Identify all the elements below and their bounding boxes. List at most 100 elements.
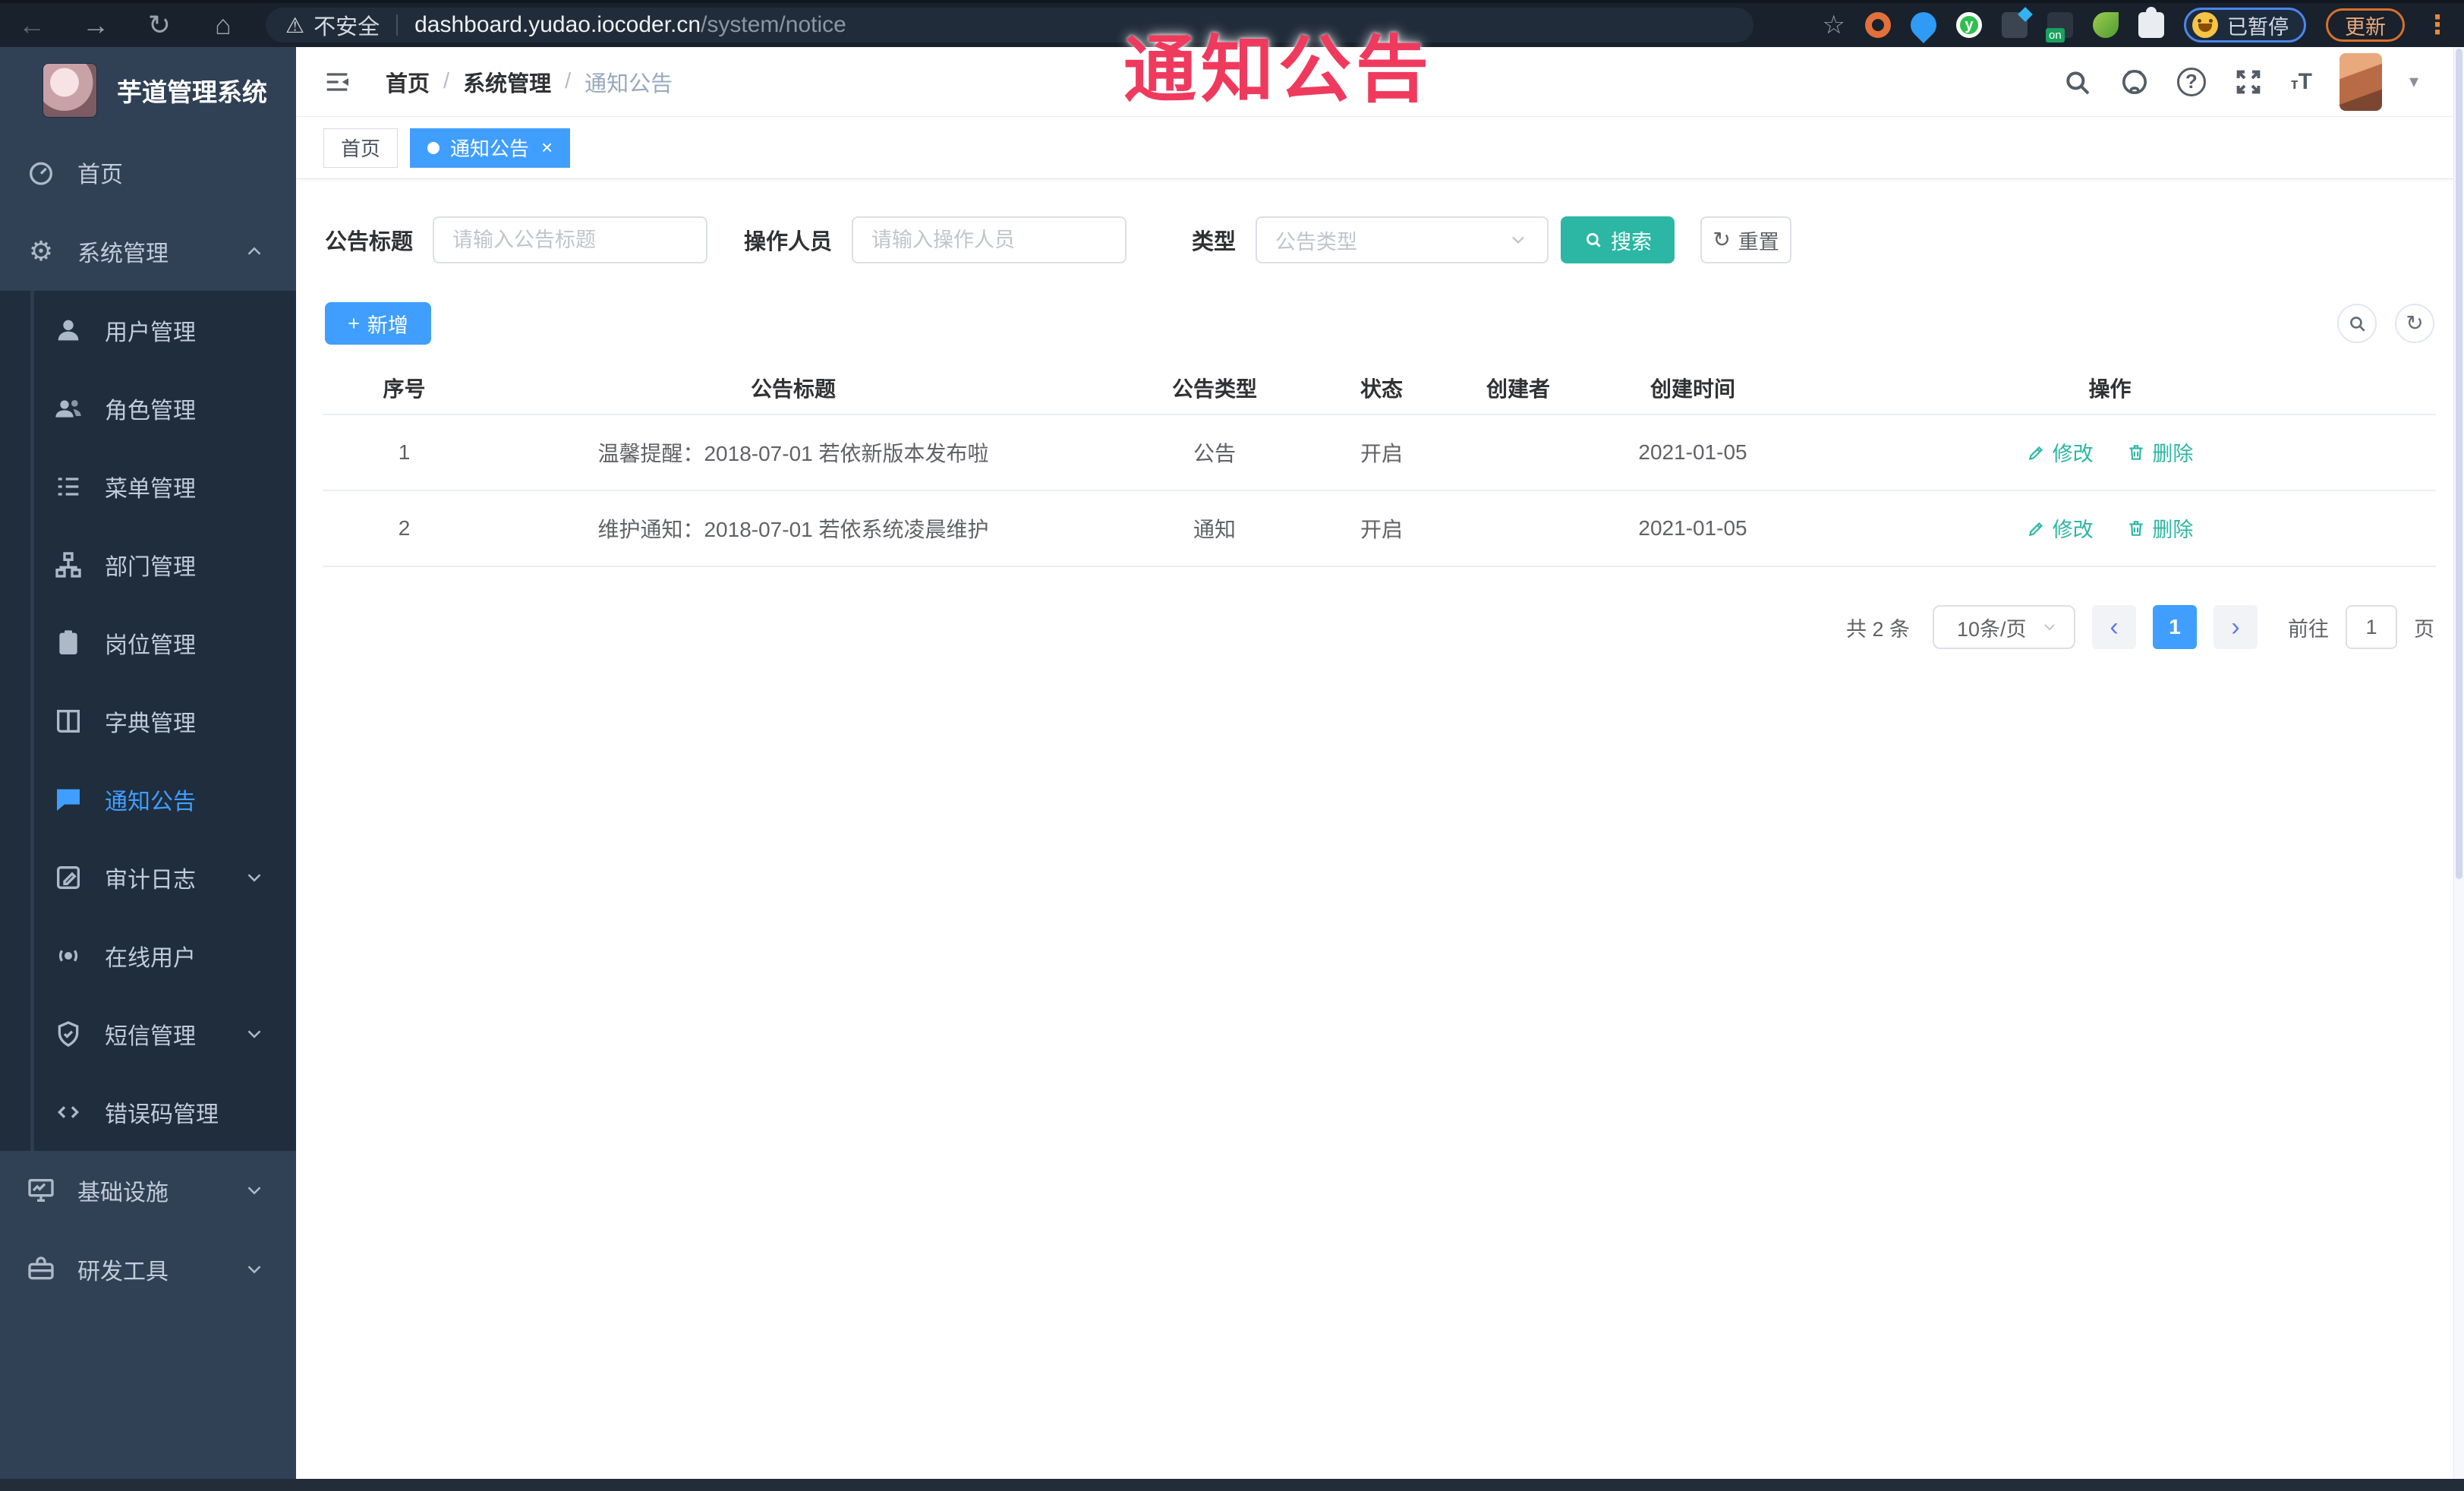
extension-icon[interactable]: y xyxy=(1956,12,1982,38)
chat-bubble-icon xyxy=(57,789,80,811)
sidebar-item-menus[interactable]: 菜单管理 xyxy=(0,447,296,525)
breadcrumb-home[interactable]: 首页 xyxy=(386,66,430,98)
search-icon xyxy=(1586,233,1601,247)
address-divider xyxy=(396,14,399,36)
bookmark-star-icon[interactable]: ☆ xyxy=(1823,10,1845,40)
profile-avatar-emoji-icon xyxy=(2192,12,2218,38)
scrollbar-thumb[interactable] xyxy=(2456,49,2462,879)
sidebar-item-departments[interactable]: 部门管理 xyxy=(0,525,296,604)
operator-input[interactable] xyxy=(852,216,1127,263)
edit-link[interactable]: 修改 xyxy=(2027,513,2094,543)
sidebar-item-dicts[interactable]: 字典管理 xyxy=(0,682,296,760)
chevron-up-icon xyxy=(247,247,261,255)
page-unit-label: 页 xyxy=(2414,617,2434,641)
trash-icon xyxy=(2129,445,2144,460)
search-icon[interactable] xyxy=(2062,67,2092,97)
chevron-down-icon xyxy=(247,873,261,882)
gear-icon: ⚙ xyxy=(28,235,54,266)
tab-home[interactable]: 首页 xyxy=(323,128,399,168)
close-tab-icon[interactable]: × xyxy=(541,136,553,159)
add-button[interactable]: + 新增 xyxy=(325,302,431,345)
shield-check-icon xyxy=(58,1020,79,1047)
col-type: 公告类型 xyxy=(1101,361,1328,415)
goto-label: 前往 xyxy=(2288,617,2329,641)
browser-forward-icon[interactable]: → xyxy=(64,9,128,41)
browser-home-icon[interactable]: ⌂ xyxy=(191,9,255,41)
sidebar-item-audit-log[interactable]: 审计日志 xyxy=(0,838,296,916)
breadcrumb: 首页 / 系统管理 / 通知公告 xyxy=(386,66,673,98)
toolbox-icon xyxy=(28,1256,54,1280)
chevron-down-icon xyxy=(247,1187,261,1195)
notice-type-select[interactable]: 公告类型 xyxy=(1256,216,1549,263)
plus-icon: + xyxy=(348,311,360,335)
caret-down-icon[interactable]: ▾ xyxy=(2409,71,2418,93)
sidebar-item-sms[interactable]: 短信管理 xyxy=(0,995,296,1073)
app-logo[interactable]: 芋道管理系统 xyxy=(0,47,296,133)
tab-notice[interactable]: 通知公告 × xyxy=(410,128,571,168)
extension-icon[interactable] xyxy=(2002,12,2028,38)
total-count: 共 2 条 xyxy=(1845,617,1910,641)
browser-back-icon[interactable]: ← xyxy=(0,9,64,41)
code-icon xyxy=(57,1105,80,1118)
pencil-icon xyxy=(2028,522,2043,536)
help-icon[interactable]: ? xyxy=(2176,67,2206,96)
sidebar-item-online-users[interactable]: 在线用户 xyxy=(0,916,296,995)
sidebar: 芋道管理系统 首页 ⚙ 系统管理 用户管理 角色管理 菜单管理 部门管理 岗位管… xyxy=(0,47,296,1479)
col-actions: 操作 xyxy=(1784,361,2436,415)
browser-reload-icon[interactable]: ↻ xyxy=(128,9,191,41)
notice-title-input[interactable] xyxy=(433,216,708,263)
sidebar-item-home[interactable]: 首页 xyxy=(0,133,296,212)
sidebar-item-roles[interactable]: 角色管理 xyxy=(0,369,296,447)
operator-label: 操作人员 xyxy=(744,230,833,254)
search-button[interactable]: 搜索 xyxy=(1561,216,1675,263)
refresh-icon: ↻ xyxy=(2406,311,2424,335)
collapse-sidebar-icon[interactable] xyxy=(322,67,352,97)
table-row: 2 维护通知：2018-07-01 若依系统凌晨维护 通知 开启 2021-01… xyxy=(323,490,2436,567)
refresh-icon: ↻ xyxy=(1713,228,1731,251)
sidebar-item-error-codes[interactable]: 错误码管理 xyxy=(0,1073,296,1151)
browser-update-button[interactable]: 更新 xyxy=(2326,8,2405,42)
cell-actions: 修改 删除 xyxy=(1784,490,2436,567)
page-size-select[interactable]: 10条/页 xyxy=(1933,605,2075,649)
current-page-button[interactable]: 1 xyxy=(2153,605,2197,649)
extension-icon[interactable] xyxy=(1905,6,1943,44)
col-no: 序号 xyxy=(323,361,486,415)
list-icon xyxy=(58,477,79,496)
breadcrumb-system[interactable]: 系统管理 xyxy=(463,66,551,98)
edit-link[interactable]: 修改 xyxy=(2027,437,2094,467)
extension-icon[interactable] xyxy=(1865,12,1891,38)
browser-menu-kebab-icon[interactable]: ⋮ xyxy=(2425,10,2450,40)
trash-icon xyxy=(2129,521,2144,536)
sidebar-item-system[interactable]: ⚙ 系统管理 xyxy=(0,212,296,291)
cell-creator xyxy=(1435,415,1602,491)
next-page-button[interactable]: › xyxy=(2214,605,2258,649)
sidebar-item-users[interactable]: 用户管理 xyxy=(0,291,296,369)
refresh-table-button[interactable]: ↻ xyxy=(2395,304,2434,343)
github-icon[interactable] xyxy=(2119,67,2150,97)
cell-status: 开启 xyxy=(1328,490,1435,567)
cell-type: 公告 xyxy=(1101,415,1328,491)
fullscreen-icon[interactable] xyxy=(2233,67,2264,97)
reset-button[interactable]: ↻ 重置 xyxy=(1700,216,1792,263)
url-host: dashboard.yudao.iocoder.cn xyxy=(414,12,701,37)
delete-link[interactable]: 删除 xyxy=(2126,437,2193,467)
prev-page-button[interactable]: ‹ xyxy=(2092,605,2136,649)
sidebar-item-infrastructure[interactable]: 基础设施 xyxy=(0,1151,296,1230)
monitor-icon xyxy=(28,1179,54,1202)
goto-page-input[interactable] xyxy=(2346,605,2397,649)
sidebar-item-posts[interactable]: 岗位管理 xyxy=(0,604,296,682)
sidebar-item-notice[interactable]: 通知公告 xyxy=(0,760,296,838)
user-avatar[interactable] xyxy=(2339,52,2382,111)
toggle-search-button[interactable] xyxy=(2337,304,2377,343)
extension-icon[interactable] xyxy=(2046,12,2073,43)
extension-icon[interactable] xyxy=(2093,12,2119,38)
delete-link[interactable]: 删除 xyxy=(2126,513,2193,543)
sidebar-item-dev-tools[interactable]: 研发工具 xyxy=(0,1230,296,1309)
extensions-puzzle-icon[interactable] xyxy=(2138,7,2164,38)
cell-created: 2021-01-05 xyxy=(1602,415,1784,491)
browser-profile-chip[interactable]: 已暂停 xyxy=(2184,8,2306,43)
main-area: 首页 / 系统管理 / 通知公告 ? тT ▾ 首页 通知公告 × 公告标题 请… xyxy=(296,47,2464,1479)
page-scrollbar[interactable] xyxy=(2453,47,2464,1479)
font-size-icon[interactable]: тT xyxy=(2291,69,2312,95)
address-bar[interactable]: ⚠ 不安全 dashboard.yudao.iocoder.cn /system… xyxy=(266,8,1753,43)
